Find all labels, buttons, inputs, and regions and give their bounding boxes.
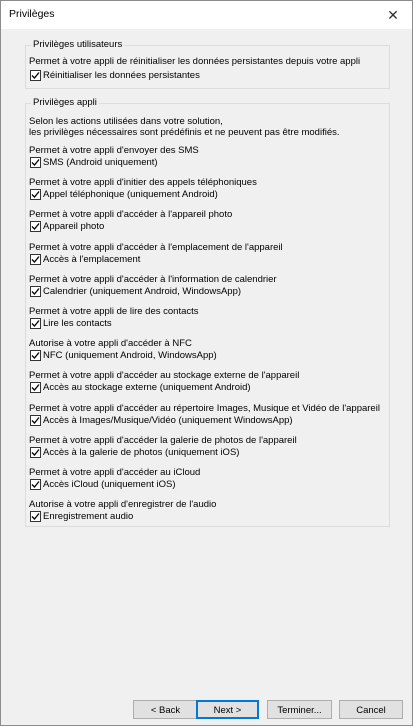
nfc-checkbox-row[interactable]: NFC (uniquement Android, WindowsApp) <box>30 349 217 362</box>
cancel-button[interactable]: Cancel <box>339 700 403 719</box>
next-button[interactable]: Next > <box>196 700 259 719</box>
nfc-label: NFC (uniquement Android, WindowsApp) <box>43 349 217 361</box>
back-button[interactable]: < Back <box>133 700 198 719</box>
finish-button[interactable]: Terminer... <box>267 700 332 719</box>
media-library-label: Accès à Images/Musique/Vidéo (uniquement… <box>43 414 293 426</box>
calendar-label: Calendrier (uniquement Android, WindowsA… <box>43 285 242 297</box>
checkmark-icon <box>31 288 40 295</box>
location-checkbox[interactable] <box>30 254 41 265</box>
audio-recording-checkbox-row[interactable]: Enregistrement audio <box>30 510 133 523</box>
contacts-checkbox[interactable] <box>30 318 41 329</box>
phone-call-label: Appel téléphonique (uniquement Android) <box>43 188 218 200</box>
user-privileges-title: Privilèges utilisateurs <box>31 39 125 51</box>
contacts-label: Lire les contacts <box>43 317 112 329</box>
checkmark-icon <box>31 481 40 488</box>
icloud-checkbox-row[interactable]: Accès iCloud (uniquement iOS) <box>30 478 176 491</box>
checkmark-icon <box>31 352 40 359</box>
checkmark-icon <box>31 72 40 79</box>
phone-call-checkbox[interactable] <box>30 189 41 200</box>
external-storage-label: Accès au stockage externe (uniquement An… <box>43 381 251 393</box>
icloud-label: Accès iCloud (uniquement iOS) <box>43 478 176 490</box>
user-privileges-description: Permet à votre appli de réinitialiser le… <box>29 56 361 67</box>
checkmark-icon <box>31 191 40 198</box>
photo-gallery-checkbox-row[interactable]: Accès à la galerie de photos (uniquement… <box>30 446 239 459</box>
calendar-checkbox-row[interactable]: Calendrier (uniquement Android, WindowsA… <box>30 285 241 298</box>
media-library-checkbox[interactable] <box>30 415 41 426</box>
checkmark-icon <box>31 256 40 263</box>
photo-gallery-checkbox[interactable] <box>30 447 41 458</box>
title-bar: Privilèges ✕ <box>1 1 412 29</box>
sms-checkbox-row[interactable]: SMS (Android uniquement) <box>30 156 158 169</box>
checkmark-icon <box>31 223 40 230</box>
sms-checkbox[interactable] <box>30 157 41 168</box>
close-button[interactable]: ✕ <box>384 6 402 24</box>
checkmark-icon <box>31 159 40 166</box>
close-icon: ✕ <box>387 7 399 23</box>
sms-label: SMS (Android uniquement) <box>43 156 158 168</box>
camera-checkbox[interactable] <box>30 221 41 232</box>
location-checkbox-row[interactable]: Accès à l'emplacement <box>30 253 140 266</box>
privileges-dialog: Privilèges ✕ Privilèges utilisateurs Per… <box>0 0 413 726</box>
location-label: Accès à l'emplacement <box>43 253 141 265</box>
nfc-checkbox[interactable] <box>30 350 41 361</box>
icloud-checkbox[interactable] <box>30 479 41 490</box>
photo-gallery-label: Accès à la galerie de photos (uniquement… <box>43 446 240 458</box>
reset-persistent-data-checkbox-row[interactable]: Réinitialiser les données persistantes <box>30 69 200 82</box>
audio-recording-label: Enregistrement audio <box>43 510 134 522</box>
audio-recording-checkbox[interactable] <box>30 511 41 522</box>
checkmark-icon <box>31 417 40 424</box>
app-privileges-title: Privilèges appli <box>31 97 99 109</box>
contacts-checkbox-row[interactable]: Lire les contacts <box>30 317 112 330</box>
window-title: Privilèges <box>9 8 55 20</box>
reset-persistent-data-label: Réinitialiser les données persistantes <box>43 69 200 81</box>
reset-persistent-data-checkbox[interactable] <box>30 70 41 81</box>
external-storage-checkbox-row[interactable]: Accès au stockage externe (uniquement An… <box>30 381 251 394</box>
camera-checkbox-row[interactable]: Appareil photo <box>30 220 104 233</box>
checkmark-icon <box>31 449 40 456</box>
media-library-checkbox-row[interactable]: Accès à Images/Musique/Vidéo (uniquement… <box>30 414 293 427</box>
phone-call-checkbox-row[interactable]: Appel téléphonique (uniquement Android) <box>30 188 218 201</box>
camera-label: Appareil photo <box>43 220 105 232</box>
checkmark-icon <box>31 320 40 327</box>
app-privileges-intro-line2: les privilèges nécessaires sont prédéfin… <box>29 127 340 138</box>
checkmark-icon <box>31 384 40 391</box>
checkmark-icon <box>31 513 40 520</box>
external-storage-checkbox[interactable] <box>30 382 41 393</box>
calendar-checkbox[interactable] <box>30 286 41 297</box>
